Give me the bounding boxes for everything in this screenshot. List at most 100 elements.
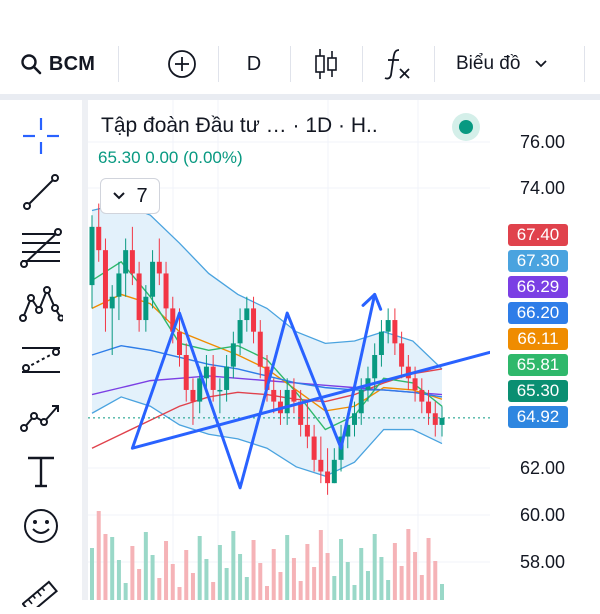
volume-bar — [291, 558, 296, 600]
text-tool[interactable] — [16, 450, 66, 494]
toolbar-divider — [362, 46, 363, 82]
forecast-tool[interactable] — [16, 338, 66, 382]
volume-bar — [217, 545, 222, 600]
interval-button[interactable]: D — [232, 36, 276, 92]
candle-body — [378, 331, 384, 355]
volume-bar — [318, 530, 323, 600]
toolbar-divider — [434, 46, 435, 82]
volume-bar — [386, 580, 391, 600]
volume-bar — [177, 587, 182, 600]
volume-bar — [265, 586, 269, 600]
chart-type-label: Biểu đồ — [456, 53, 521, 74]
candle-body — [291, 389, 297, 402]
candle-body — [432, 413, 438, 425]
volume-bar — [285, 535, 290, 600]
indicators-toggle[interactable]: 7 — [100, 178, 160, 214]
function-icon — [384, 49, 410, 80]
candle-body — [150, 261, 156, 297]
price-chart — [88, 100, 490, 600]
candle-body — [197, 378, 203, 402]
chart-style-button[interactable] — [304, 36, 348, 92]
search-icon — [21, 54, 42, 75]
forecast-icon — [22, 347, 60, 373]
candle-body — [143, 296, 149, 321]
price-tick: 62.00 — [520, 458, 566, 478]
compare-symbol-button[interactable] — [160, 36, 204, 92]
market-open-dot — [459, 120, 473, 134]
price-tick: 58.00 — [520, 552, 566, 572]
candle-body — [311, 436, 317, 460]
volume-bar — [231, 531, 236, 600]
legend-title[interactable]: Tập đoàn Đầu tư … · 1D · H.. — [101, 114, 378, 138]
legend-values: 65.30 0.00 (0.00%) — [98, 148, 243, 168]
volume-bar — [406, 529, 411, 600]
candle-body — [156, 261, 162, 274]
candle-body — [412, 378, 418, 390]
brush-tool[interactable] — [16, 394, 66, 438]
candle-body — [230, 343, 236, 367]
candle-body — [203, 366, 209, 379]
chart-type-dropdown[interactable]: Biểu đồ — [448, 36, 568, 92]
volume-bar — [164, 541, 169, 600]
candle-body — [251, 308, 257, 332]
volume-bar — [372, 534, 377, 600]
symbol-search-button[interactable]: BCM — [12, 36, 102, 92]
volume-bar — [157, 578, 162, 600]
candle-body — [109, 296, 115, 309]
interval-label: D — [246, 52, 262, 75]
volume-bar — [143, 532, 148, 600]
volume-bar — [244, 577, 249, 600]
plus-circle-icon — [168, 50, 196, 78]
volume-bar — [365, 571, 370, 600]
price-badge: 67.40 — [508, 224, 568, 246]
price-scale[interactable]: 76.00 74.00 62.00 60.00 58.00 67.40 67.3… — [490, 100, 600, 600]
volume-bar — [204, 559, 209, 600]
pattern-icon — [19, 286, 63, 322]
candle-body — [331, 459, 337, 484]
legend-change: 0.00 — [145, 148, 179, 167]
volume-bar — [419, 575, 424, 600]
volume-bar — [251, 540, 256, 600]
volume-bar — [103, 534, 108, 600]
candle-body — [183, 355, 189, 390]
candle-body — [163, 273, 169, 309]
candle-body — [116, 273, 122, 297]
price-tick: 60.00 — [520, 505, 566, 525]
volume-bar — [399, 566, 404, 600]
volume-bar — [130, 546, 135, 600]
brush-icon — [20, 405, 59, 432]
volume-bar — [170, 564, 175, 600]
indicators-button[interactable] — [376, 36, 420, 92]
volume-bar — [359, 548, 364, 600]
candle-body — [304, 424, 310, 437]
toolbar-divider — [584, 46, 585, 82]
volume-bar — [278, 572, 283, 600]
top-toolbar: BCM D Biểu đồ — [0, 36, 600, 92]
volume-bar — [224, 568, 229, 600]
chart-canvas[interactable] — [88, 100, 490, 600]
legend-price: 65.30 — [98, 148, 141, 167]
crosshair-tool[interactable] — [16, 114, 66, 158]
candle-body — [385, 320, 391, 332]
volume-bar — [426, 538, 431, 600]
volume-bar — [90, 548, 94, 600]
candle-body — [244, 308, 250, 321]
crosshair-icon — [23, 118, 59, 154]
candle-body — [399, 343, 405, 367]
emoji-icon — [24, 509, 58, 543]
pattern-tool[interactable] — [16, 282, 66, 326]
price-badge: 66.11 — [508, 328, 568, 350]
fib-retracement-tool[interactable] — [16, 226, 66, 270]
volume-bar — [392, 543, 397, 600]
volume-bar — [352, 585, 357, 600]
volume-bar — [325, 553, 330, 600]
emoji-tool[interactable] — [16, 504, 66, 548]
price-badge: 66.20 — [508, 302, 568, 324]
ruler-tool[interactable] — [16, 570, 66, 614]
candle-body — [419, 389, 425, 402]
candle-body — [325, 471, 331, 484]
candle-body — [102, 250, 108, 309]
candle-body — [257, 331, 263, 367]
trend-line-tool[interactable] — [16, 170, 66, 214]
volume-bar — [379, 557, 384, 600]
